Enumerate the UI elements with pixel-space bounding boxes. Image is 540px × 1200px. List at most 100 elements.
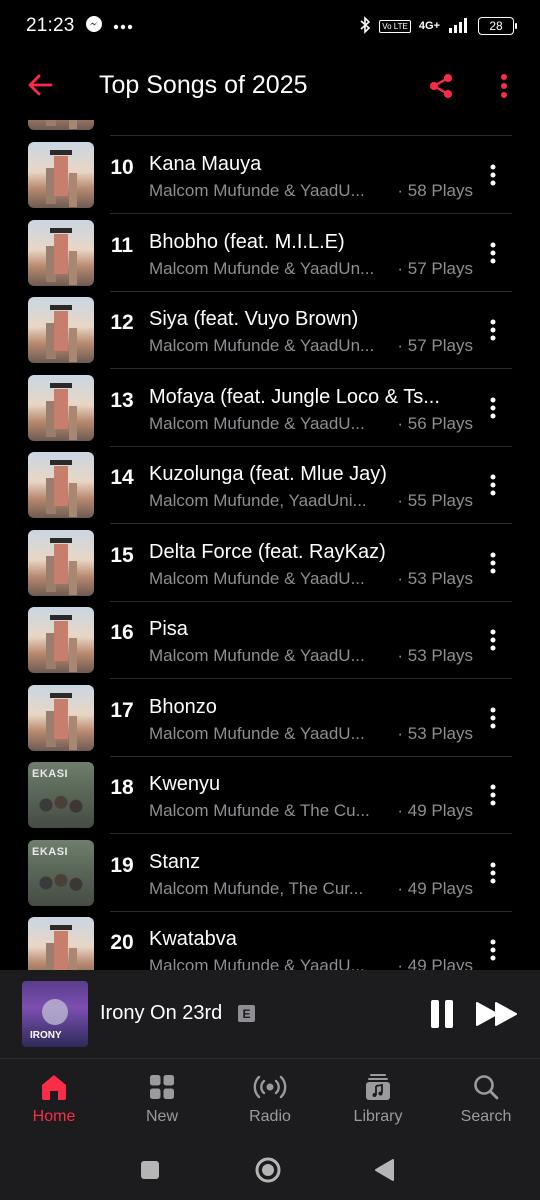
explicit-badge: E xyxy=(238,1005,255,1022)
more-vertical-icon xyxy=(490,242,496,264)
song-more-button[interactable] xyxy=(478,778,508,812)
song-row[interactable]: 12 Siya (feat. Vuyo Brown) Malcom Mufund… xyxy=(0,291,540,369)
more-vertical-icon xyxy=(490,939,496,961)
pause-icon xyxy=(431,1000,453,1028)
more-options-button[interactable] xyxy=(484,66,524,106)
tab-bar: Home New Radio Library Search xyxy=(0,1058,540,1140)
album-art xyxy=(28,530,94,596)
song-row[interactable]: 11 Bhobho (feat. M.I.L.E) Malcom Mufunde… xyxy=(0,214,540,292)
song-more-button[interactable] xyxy=(478,236,508,270)
back-button[interactable] xyxy=(0,52,80,118)
tab-library[interactable]: Library xyxy=(324,1059,432,1141)
song-plays: · 57 Plays xyxy=(397,259,473,278)
song-row[interactable]: 20 Kwatabva Malcom Mufunde & YaadU... · … xyxy=(0,911,540,970)
song-more-button[interactable] xyxy=(478,856,508,890)
album-art xyxy=(28,685,94,751)
song-list[interactable]: 10 Kana Mauya Malcom Mufunde & YaadU... … xyxy=(0,120,540,970)
bluetooth-icon xyxy=(359,15,371,37)
network-type: 4G+ xyxy=(418,20,440,32)
more-vertical-icon xyxy=(501,74,507,98)
song-row[interactable]: 18 Kwenyu Malcom Mufunde & The Cu... · 4… xyxy=(0,756,540,834)
song-more-button[interactable] xyxy=(478,701,508,735)
song-rank: 20 xyxy=(110,931,134,954)
back-nav-button[interactable] xyxy=(364,1150,404,1190)
song-rank: 17 xyxy=(110,699,134,722)
tab-new[interactable]: New xyxy=(108,1059,216,1141)
more-vertical-icon xyxy=(490,784,496,806)
search-icon xyxy=(473,1073,499,1101)
song-more-button[interactable] xyxy=(478,391,508,425)
song-plays: · 53 Plays xyxy=(397,569,473,588)
song-more-button[interactable] xyxy=(478,933,508,967)
song-artist: Malcom Mufunde & YaadU... xyxy=(149,569,365,588)
more-vertical-icon xyxy=(490,552,496,574)
song-artist: Malcom Mufunde & YaadUn... xyxy=(149,259,375,278)
tab-label: Home xyxy=(32,1108,76,1125)
song-title: Kuzolunga (feat. Mlue Jay) xyxy=(149,463,387,485)
song-rank: 18 xyxy=(110,776,134,799)
song-more-button[interactable] xyxy=(478,546,508,580)
next-track-button[interactable] xyxy=(474,996,520,1032)
song-rank: 16 xyxy=(110,621,134,644)
tab-radio[interactable]: Radio xyxy=(216,1059,324,1141)
song-more-button[interactable] xyxy=(478,623,508,657)
song-plays: · 56 Plays xyxy=(397,414,473,433)
album-art xyxy=(28,452,94,518)
song-row[interactable]: 13 Mofaya (feat. Jungle Loco & Ts... Mal… xyxy=(0,369,540,447)
album-art xyxy=(28,142,94,208)
app-header: Top Songs of 2025 xyxy=(0,52,540,118)
song-row[interactable]: 10 Kana Mauya Malcom Mufunde & YaadU... … xyxy=(0,136,540,214)
library-icon xyxy=(365,1073,391,1101)
grid-icon xyxy=(149,1073,175,1101)
share-icon xyxy=(430,74,452,98)
status-right: Vo LTE 4G+ 28 xyxy=(359,15,517,37)
pause-button[interactable] xyxy=(424,996,460,1032)
song-row[interactable]: 15 Delta Force (feat. RayKaz) Malcom Muf… xyxy=(0,524,540,602)
song-rank: 13 xyxy=(110,389,134,412)
song-row[interactable]: 19 Stanz Malcom Mufunde, The Cur... · 49… xyxy=(0,834,540,912)
status-time: 21:23 xyxy=(26,15,75,36)
song-plays: · 49 Plays xyxy=(397,801,473,820)
album-art xyxy=(28,917,94,970)
song-artist: Malcom Mufunde & The Cu... xyxy=(149,801,370,820)
song-more-button[interactable] xyxy=(478,468,508,502)
song-plays: · 49 Plays xyxy=(397,956,473,970)
tab-home[interactable]: Home xyxy=(0,1059,108,1141)
song-artist: Malcom Mufunde, The Cur... xyxy=(149,879,364,898)
song-row[interactable]: 16 Pisa Malcom Mufunde & YaadU... · 53 P… xyxy=(0,601,540,679)
song-title: Delta Force (feat. RayKaz) xyxy=(149,541,386,563)
song-row[interactable]: 17 Bhonzo Malcom Mufunde & YaadU... · 53… xyxy=(0,679,540,757)
tab-search[interactable]: Search xyxy=(432,1059,540,1141)
song-row[interactable]: 14 Kuzolunga (feat. Mlue Jay) Malcom Muf… xyxy=(0,446,540,524)
now-playing-title[interactable]: Irony On 23rd xyxy=(100,1002,222,1025)
song-more-button[interactable] xyxy=(478,313,508,347)
song-plays: · 53 Plays xyxy=(397,646,473,665)
song-title: Kana Mauya xyxy=(149,153,262,175)
more-vertical-icon xyxy=(490,164,496,186)
album-art xyxy=(28,607,94,673)
now-playing-art[interactable] xyxy=(22,981,88,1047)
fast-forward-icon xyxy=(476,1002,517,1026)
song-rank: 15 xyxy=(110,544,134,567)
more-notifications-icon xyxy=(113,17,133,35)
album-art xyxy=(28,220,94,286)
system-nav-bar xyxy=(0,1140,540,1200)
more-vertical-icon xyxy=(490,319,496,341)
song-plays: · 57 Plays xyxy=(397,336,473,355)
song-artist: Malcom Mufunde & YaadU... xyxy=(149,724,365,743)
mini-player[interactable]: Irony On 23rd E xyxy=(0,970,540,1058)
song-rank: 10 xyxy=(110,156,134,179)
song-more-button[interactable] xyxy=(478,158,508,192)
song-rank: 11 xyxy=(110,234,134,257)
tab-label: Radio xyxy=(249,1108,291,1125)
album-art[interactable] xyxy=(28,120,94,130)
radio-icon xyxy=(252,1073,288,1101)
home-nav-button[interactable] xyxy=(248,1150,288,1190)
recents-button[interactable] xyxy=(130,1150,170,1190)
song-title: Bhonzo xyxy=(149,696,217,718)
song-artist: Malcom Mufunde, YaadUni... xyxy=(149,491,367,510)
album-art xyxy=(28,762,94,828)
album-art xyxy=(28,375,94,441)
share-button[interactable] xyxy=(416,66,466,106)
song-artist: Malcom Mufunde & YaadU... xyxy=(149,956,365,970)
